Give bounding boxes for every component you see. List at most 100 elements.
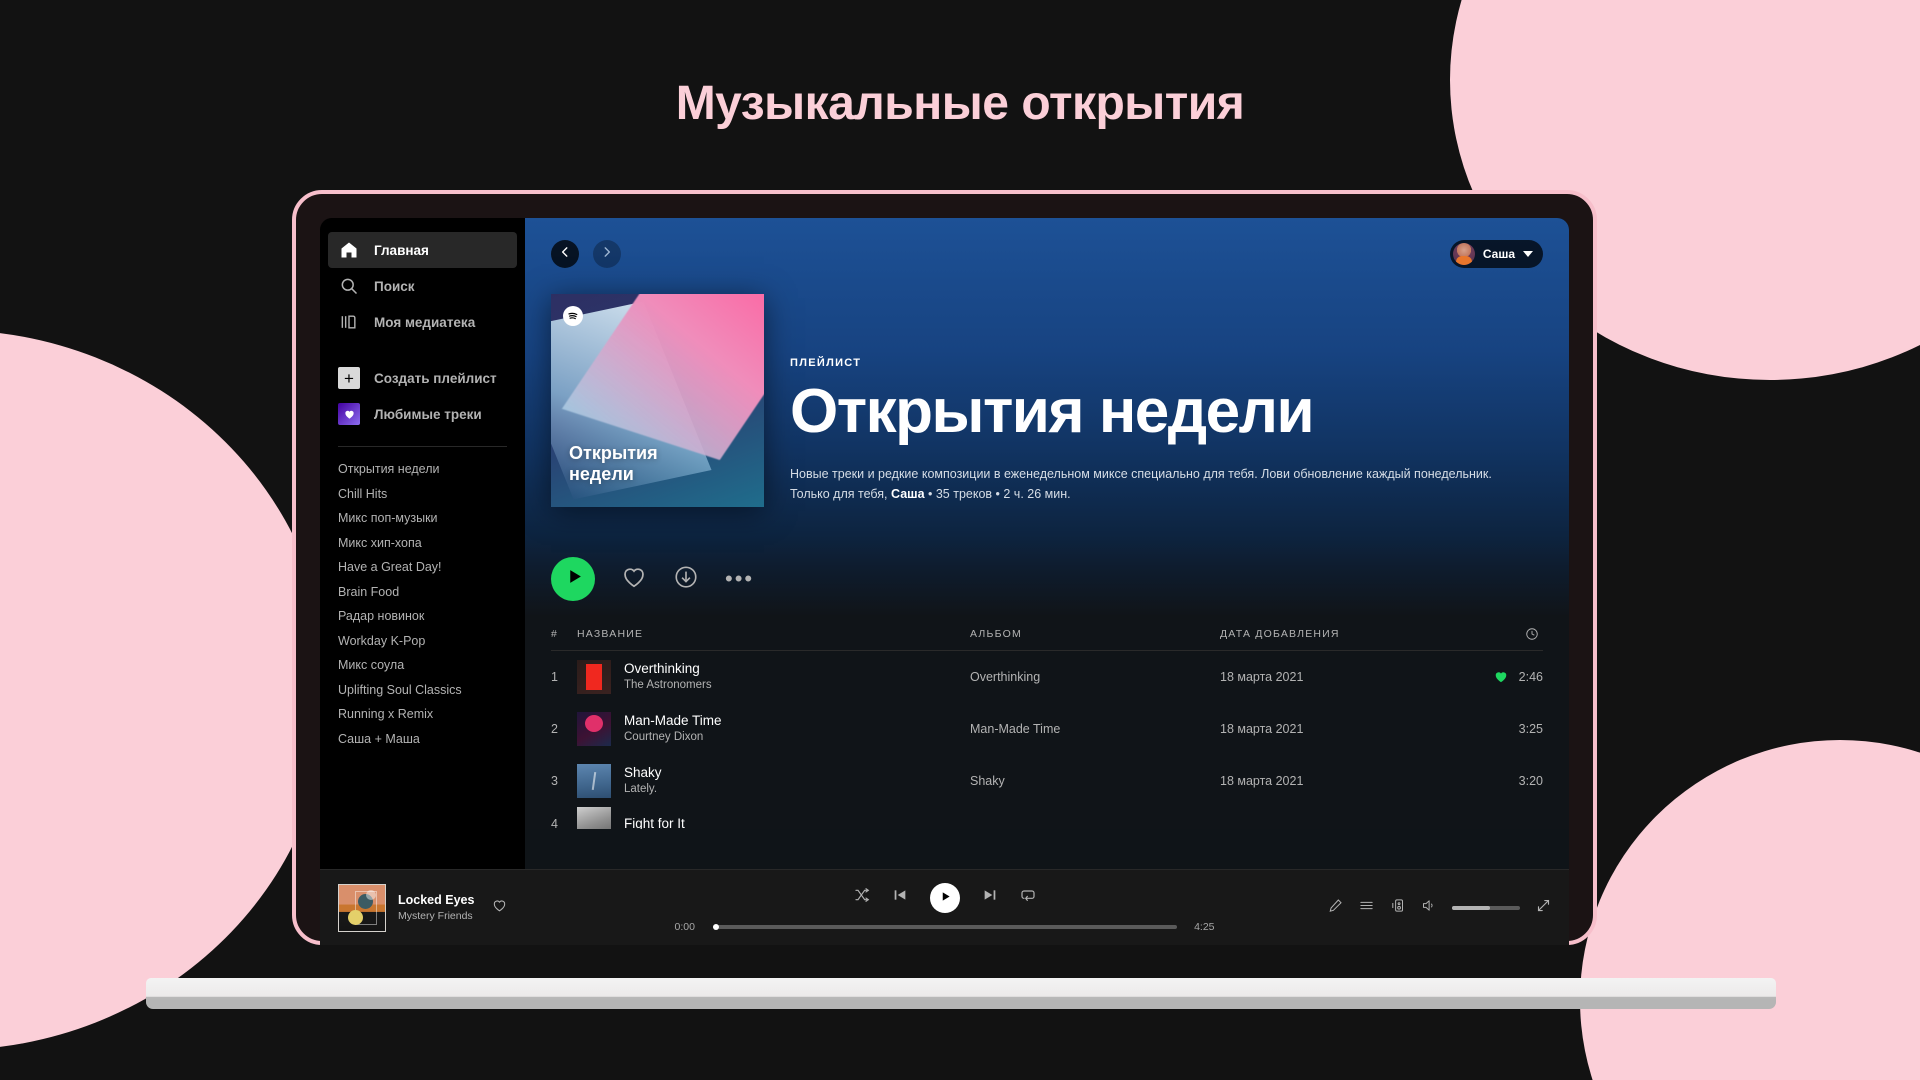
spotify-app: Главная Поиск Моя медиатека + Создать пл… <box>320 218 1569 869</box>
column-header-index: # <box>551 627 559 640</box>
lyrics-button[interactable] <box>1328 898 1343 918</box>
list-item[interactable]: Микс поп-музыки <box>338 506 507 531</box>
sidebar-item-label: Любимые треки <box>374 406 482 422</box>
clock-icon <box>1465 627 1543 641</box>
laptop-frame: Главная Поиск Моя медиатека + Создать пл… <box>292 190 1597 945</box>
sidebar-item-liked-songs[interactable]: Любимые треки <box>328 396 517 432</box>
chevron-right-icon <box>600 245 614 264</box>
track-meta: Man-Made Time Courtney Dixon <box>624 712 722 746</box>
previous-button[interactable] <box>892 887 908 908</box>
play-icon <box>563 568 583 590</box>
sidebar-item-create-playlist[interactable]: + Создать плейлист <box>328 360 517 396</box>
playlist-description: Новые треки и редкие композиции в еженед… <box>790 464 1543 505</box>
time-total: 4:25 <box>1194 920 1215 933</box>
play-playlist-button[interactable] <box>551 557 595 601</box>
track-index: 4 <box>551 817 558 829</box>
list-item[interactable]: Running x Remix <box>338 702 507 727</box>
heart-icon <box>338 403 360 425</box>
list-item[interactable]: Радар новинок <box>338 604 507 629</box>
sidebar-item-label: Создать плейлист <box>374 370 497 386</box>
seek-knob[interactable] <box>712 923 719 930</box>
like-playlist-button[interactable] <box>621 564 647 595</box>
list-item[interactable]: Chill Hits <box>338 482 507 507</box>
play-pause-button[interactable] <box>929 882 960 913</box>
track-album: Man-Made Time <box>970 722 1061 736</box>
sidebar-nav: Главная Поиск Моя медиатека + Создать пл… <box>320 232 525 432</box>
user-menu[interactable]: Саша <box>1449 240 1543 268</box>
playlist-cover-art[interactable]: Открытия недели <box>551 294 764 507</box>
list-item[interactable]: Workday K-Pop <box>338 629 507 654</box>
table-row[interactable]: 1 Overthinking The Astronomers Overthink… <box>551 651 1543 703</box>
table-row[interactable]: 3 Shaky Lately. Shaky 18 марта 2021 3:20 <box>551 755 1543 807</box>
devices-icon <box>1390 898 1405 918</box>
playlist-hero-body: Открытия недели ПЛЕЙЛИСТ Открытия недели… <box>551 272 1543 535</box>
page-root: Музыкальные открытия Главная Поиск Моя м… <box>0 0 1920 1080</box>
track-album-art <box>577 807 611 829</box>
repeat-icon <box>1020 887 1036 908</box>
avatar <box>1452 243 1475 265</box>
list-item[interactable]: Uplifting Soul Classics <box>338 678 507 703</box>
sidebar-divider <box>338 446 507 447</box>
next-button[interactable] <box>982 887 998 908</box>
queue-button[interactable] <box>1359 898 1374 918</box>
sidebar-item-home[interactable]: Главная <box>328 232 517 268</box>
download-playlist-button[interactable] <box>673 564 699 595</box>
column-header-date: ДАТА ДОБАВЛЕНИЯ <box>1220 627 1340 640</box>
lyrics-icon <box>1328 898 1343 918</box>
list-item[interactable]: Саша + Маша <box>338 727 507 752</box>
track-title: Man-Made Time <box>624 712 722 728</box>
fullscreen-button[interactable] <box>1536 898 1551 918</box>
devices-button[interactable] <box>1390 898 1405 918</box>
track-liked-icon[interactable] <box>1494 670 1508 684</box>
library-icon <box>338 311 360 333</box>
playlist-description-text: Новые треки и редкие композиции в еженед… <box>790 466 1492 481</box>
list-item[interactable]: Brain Food <box>338 580 507 605</box>
back-button[interactable] <box>551 240 579 268</box>
sidebar-item-library[interactable]: Моя медиатека <box>328 304 517 340</box>
list-item[interactable]: Have a Great Day! <box>338 555 507 580</box>
shuffle-button[interactable] <box>854 887 870 908</box>
volume-slider[interactable] <box>1452 905 1520 910</box>
repeat-button[interactable] <box>1020 887 1036 908</box>
sidebar-playlist-list: Открытия недели Chill Hits Микс поп-музы… <box>320 457 525 751</box>
previous-icon <box>892 887 908 908</box>
sidebar-item-label: Главная <box>374 242 429 258</box>
volume-icon <box>1421 898 1436 918</box>
column-header-title: НАЗВАНИЕ <box>577 627 644 640</box>
decorative-blob-bottom-left <box>0 330 330 1050</box>
heart-outline-icon <box>621 564 647 595</box>
forward-button[interactable] <box>593 240 621 268</box>
now-playing-title: Locked Eyes <box>398 892 475 907</box>
player-bar: Locked Eyes Mystery Friends 0:00 4:25 <box>320 869 1569 945</box>
track-album: Overthinking <box>970 670 1041 684</box>
sidebar-item-label: Поиск <box>374 278 415 294</box>
table-row[interactable]: 4 Fight for It <box>551 807 1543 829</box>
track-list: # НАЗВАНИЕ АЛЬБОМ ДАТА ДОБАВЛЕНИЯ 1 Over… <box>525 617 1569 829</box>
main-content: Саша Открытия недели ПЛЕЙЛИСТ Открытия н… <box>525 218 1569 869</box>
playlist-owner: Саша <box>891 487 925 502</box>
list-item[interactable]: Открытия недели <box>338 457 507 482</box>
queue-icon <box>1359 898 1374 918</box>
player-right-controls <box>1281 898 1551 918</box>
sidebar-item-search[interactable]: Поиск <box>328 268 517 304</box>
list-item[interactable]: Микс соула <box>338 653 507 678</box>
seek-bar[interactable] <box>712 923 1177 930</box>
like-track-button[interactable] <box>492 898 507 918</box>
track-duration: 3:25 <box>1518 722 1543 736</box>
table-row[interactable]: 2 Man-Made Time Courtney Dixon Man-Made … <box>551 703 1543 755</box>
time-current: 0:00 <box>674 920 695 933</box>
main-scroll-region[interactable]: Саша Открытия недели ПЛЕЙЛИСТ Открытия н… <box>525 218 1569 869</box>
now-playing-artist: Mystery Friends <box>398 909 473 922</box>
volume-button[interactable] <box>1421 898 1436 918</box>
next-icon <box>982 887 998 908</box>
decorative-blob-bottom-right <box>1580 740 1920 1080</box>
topbar: Саша <box>551 236 1543 272</box>
playlist-title: Открытия недели <box>790 376 1315 446</box>
cover-title: Открытия недели <box>569 442 658 484</box>
more-options-button[interactable]: ••• <box>725 568 754 590</box>
laptop-screen: Главная Поиск Моя медиатека + Создать пл… <box>320 218 1569 945</box>
track-artist: The Astronomers <box>624 679 712 692</box>
list-item[interactable]: Микс хип-хопа <box>338 531 507 556</box>
spotify-logo-icon <box>563 306 583 326</box>
search-icon <box>338 275 360 297</box>
